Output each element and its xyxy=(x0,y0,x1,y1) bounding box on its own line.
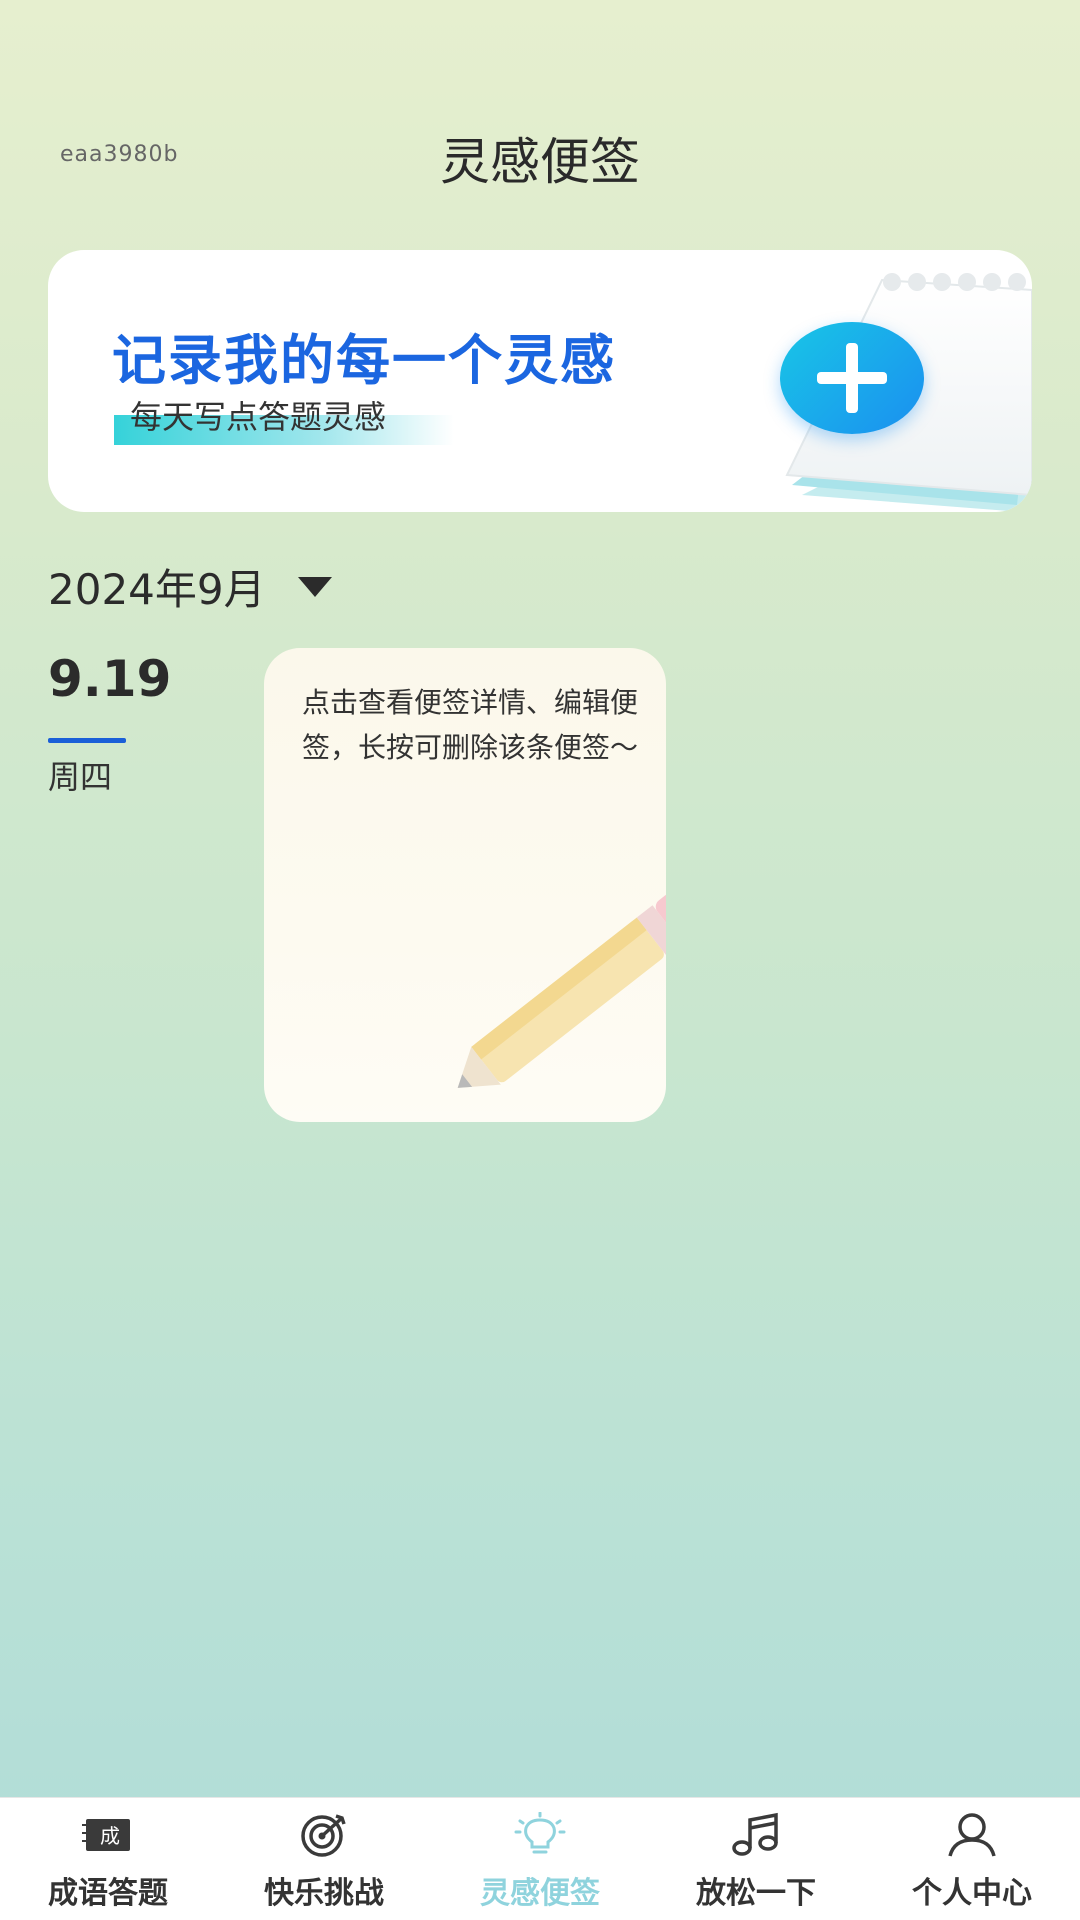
banner-subtitle: 每天写点答题灵感 xyxy=(130,398,387,436)
tab-label: 成语答题 xyxy=(48,1876,168,1911)
month-selector[interactable]: 2024年9月 xyxy=(48,556,332,617)
add-note-button[interactable] xyxy=(780,322,924,434)
tab-relax[interactable]: 放松一下 xyxy=(648,1798,864,1920)
page-title: 灵感便签 xyxy=(440,133,640,191)
tab-happy-challenge[interactable]: 快乐挑战 xyxy=(216,1798,432,1920)
tab-profile[interactable]: 个人中心 xyxy=(864,1798,1080,1920)
caret-down-icon xyxy=(297,576,332,597)
lightbulb-icon xyxy=(512,1812,568,1858)
date-underline xyxy=(48,738,126,743)
tab-inspiration-notes[interactable]: 灵感便签 xyxy=(432,1798,648,1920)
tab-label: 快乐挑战 xyxy=(264,1876,384,1911)
tab-label: 灵感便签 xyxy=(480,1876,600,1911)
month-label: 2024年9月 xyxy=(48,565,266,614)
bottom-tab-bar: 成 成语答题 快乐挑战 灵感便签 放松一下 个人中心 xyxy=(0,1797,1080,1920)
note-day-date: 9.19 xyxy=(48,650,172,708)
music-note-icon xyxy=(728,1812,784,1858)
note-text: 点击查看便签详情、编辑便签，长按可删除该条便签～ xyxy=(302,686,639,764)
svg-text:成: 成 xyxy=(100,1824,120,1848)
tab-idiom-quiz[interactable]: 成 成语答题 xyxy=(0,1798,216,1920)
note-weekday: 周四 xyxy=(48,758,113,796)
banner-headline: 记录我的每一个灵感 xyxy=(112,329,616,392)
idiom-book-icon: 成 xyxy=(80,1812,136,1858)
user-icon xyxy=(944,1812,1000,1858)
pencil-illustration xyxy=(457,892,666,1088)
tab-label: 放松一下 xyxy=(696,1876,816,1911)
add-note-banner[interactable]: 记录我的每一个灵感 每天写点答题灵感 xyxy=(48,250,1032,512)
target-icon xyxy=(296,1812,352,1858)
tab-label: 个人中心 xyxy=(912,1876,1032,1911)
note-card[interactable]: 点击查看便签详情、编辑便签，长按可删除该条便签～ xyxy=(264,648,666,1122)
